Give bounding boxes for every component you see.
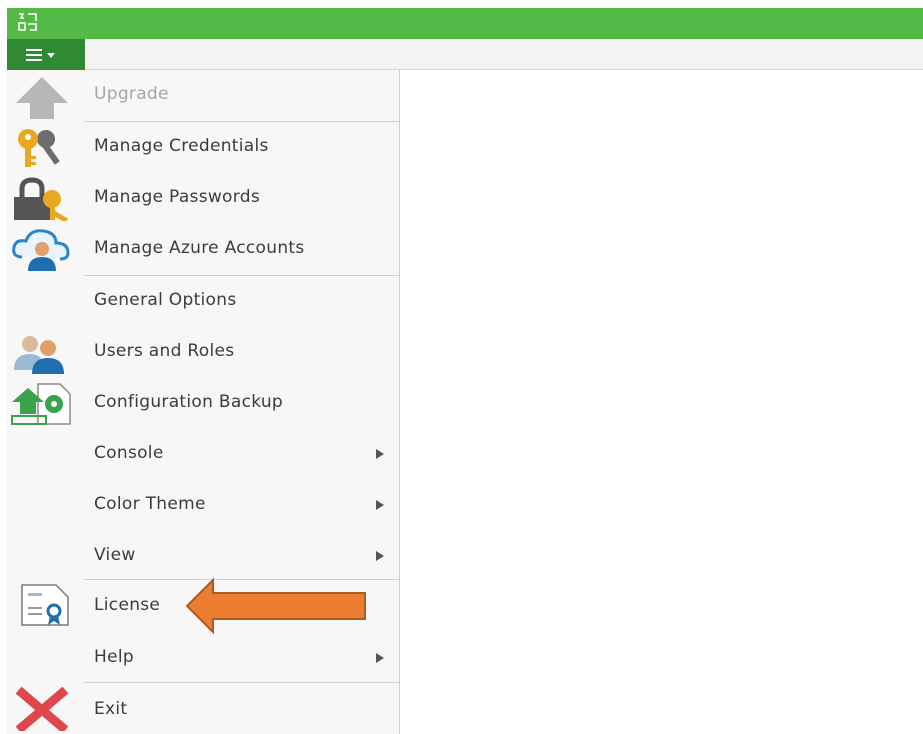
exit-x-icon: [15, 687, 69, 731]
chevron-right-icon: [376, 551, 384, 561]
menu-item-label: Color Theme: [94, 494, 206, 514]
license-icon: [21, 584, 69, 626]
ribbon-bar: [7, 39, 923, 70]
menu-item-manage-credentials[interactable]: Manage Credentials: [7, 122, 399, 173]
title-bar: [7, 8, 923, 39]
app-logo-icon: [18, 13, 37, 31]
menu-item-label: License: [94, 595, 161, 615]
menu-item-label: Manage Passwords: [94, 187, 260, 207]
menu-item-label: Manage Azure Accounts: [94, 238, 305, 258]
upgrade-arrow-icon: [16, 77, 68, 119]
menu-item-label: Exit: [94, 699, 128, 719]
menu-item-users-and-roles[interactable]: Users and Roles: [7, 327, 399, 378]
menu-item-label: View: [94, 545, 136, 565]
menu-item-manage-azure-accounts[interactable]: Manage Azure Accounts: [7, 224, 399, 275]
main-menu-panel: Upgrade Manage Credentials Manage Passwo…: [7, 70, 400, 734]
chevron-down-icon: [47, 53, 55, 58]
menu-item-label: Configuration Backup: [94, 392, 284, 412]
menu-item-label: Manage Credentials: [94, 136, 269, 156]
menu-item-label: Console: [94, 443, 164, 463]
content-area: [400, 70, 923, 734]
chevron-right-icon: [376, 500, 384, 510]
keys-icon: [18, 129, 60, 167]
menu-item-general-options[interactable]: General Options: [7, 276, 399, 327]
chevron-right-icon: [376, 653, 384, 663]
chevron-right-icon: [376, 449, 384, 459]
menu-item-color-theme[interactable]: Color Theme: [7, 480, 399, 531]
users-icon: [14, 336, 64, 374]
menu-item-help[interactable]: Help: [7, 631, 399, 682]
menu-item-configuration-backup[interactable]: Configuration Backup: [7, 378, 399, 429]
main-menu-button[interactable]: [7, 39, 85, 70]
menu-item-console[interactable]: Console: [7, 429, 399, 480]
menu-item-label: Upgrade: [94, 84, 169, 104]
menu-item-label: Users and Roles: [94, 341, 235, 361]
menu-item-view[interactable]: View: [7, 531, 399, 579]
lock-key-icon: [14, 177, 68, 221]
menu-item-exit[interactable]: Exit: [7, 683, 399, 734]
menu-item-label: General Options: [94, 290, 237, 310]
config-backup-icon: [11, 383, 71, 425]
hamburger-icon: [26, 49, 42, 61]
cloud-user-icon: [12, 229, 70, 271]
callout-arrow: [185, 578, 366, 634]
menu-item-label: Help: [94, 647, 134, 667]
menu-item-upgrade[interactable]: Upgrade: [7, 70, 399, 121]
menu-item-manage-passwords[interactable]: Manage Passwords: [7, 173, 399, 224]
